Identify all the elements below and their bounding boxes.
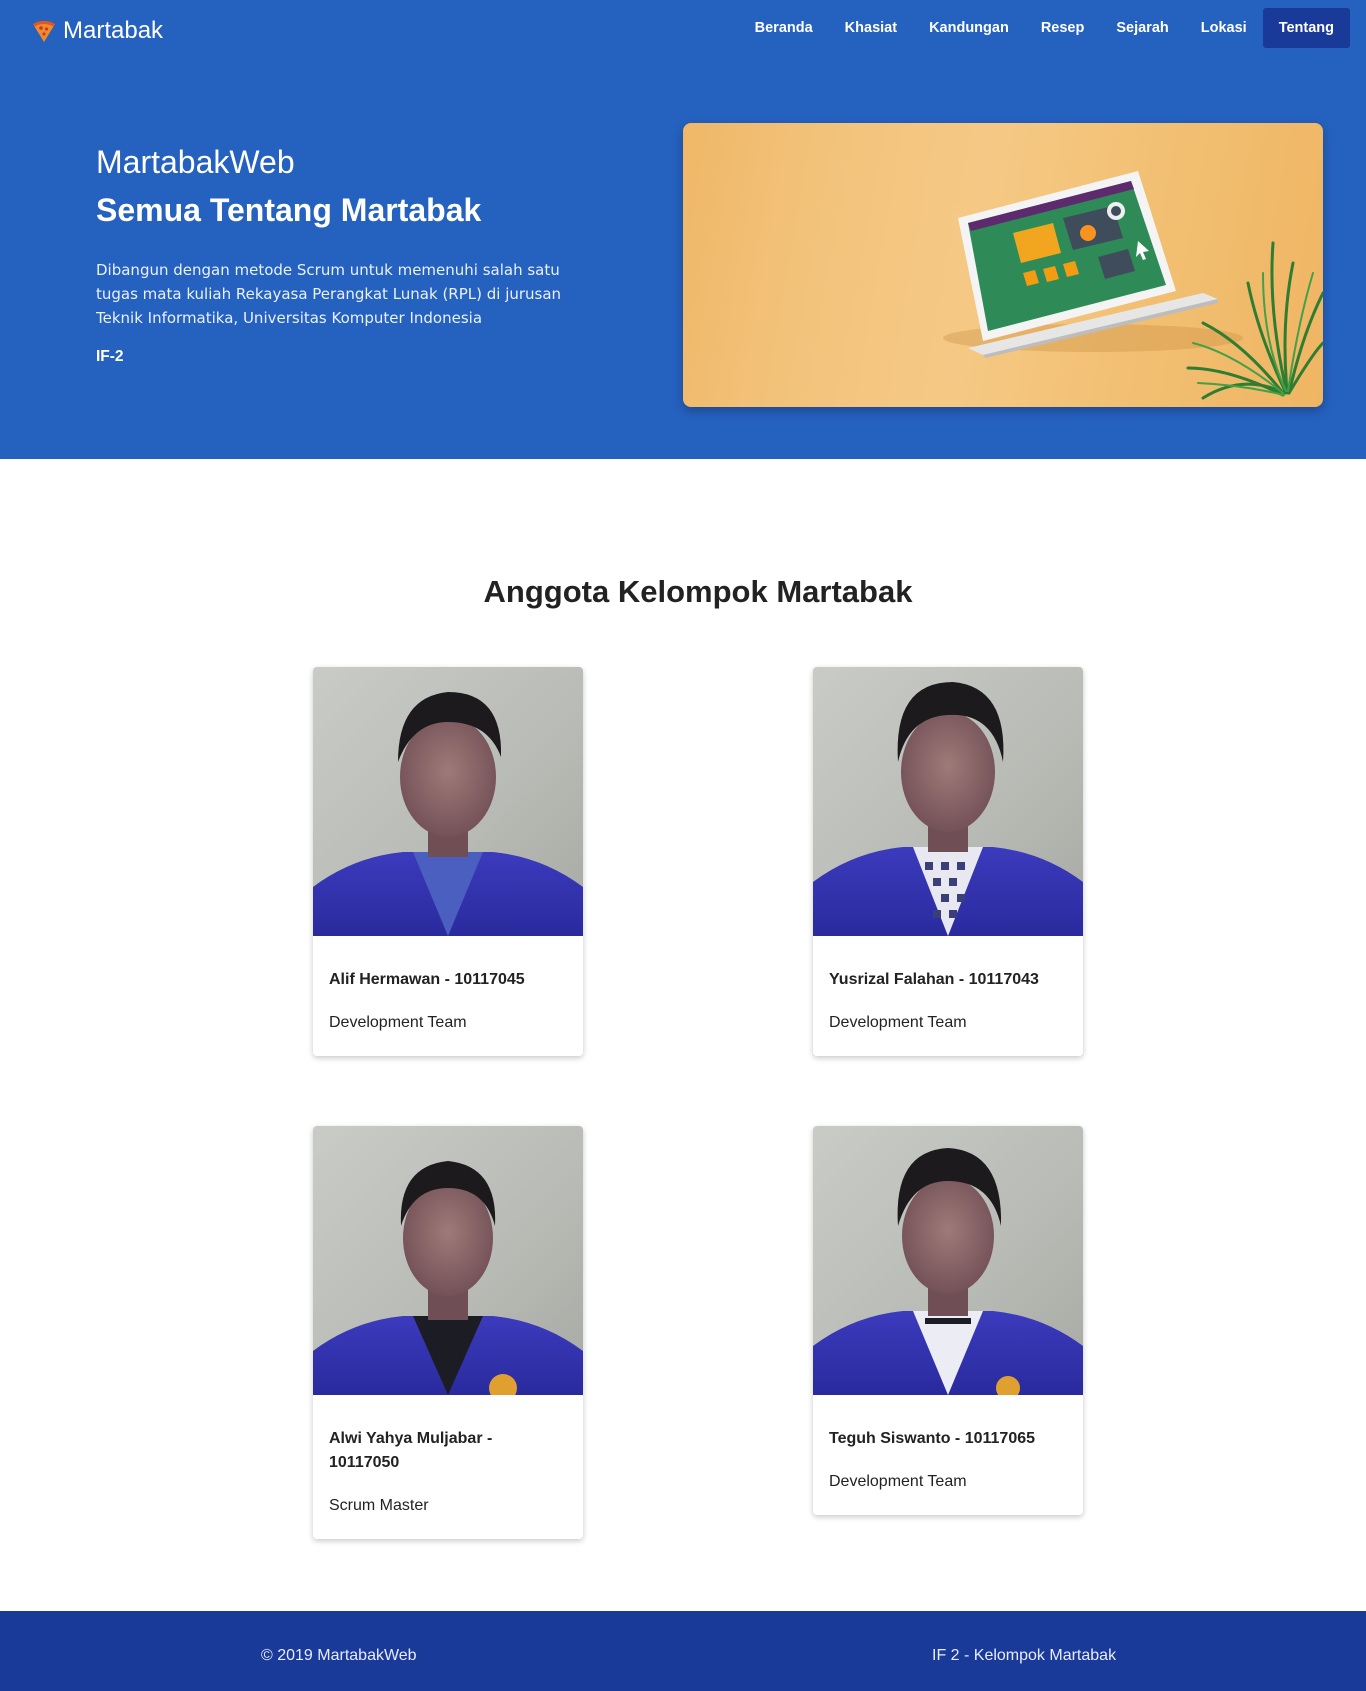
footer-copyright: © 2019 MartabakWeb [261, 1647, 417, 1664]
member-name: Yusrizal Falahan - 10117043 [829, 971, 1039, 988]
member-role: Development Team [329, 1014, 467, 1031]
hero-tag: IF-2 [96, 348, 124, 365]
team-section-title: Anggota Kelompok Martabak [483, 574, 913, 609]
member-card: Alwi Yahya Muljabar - 10117050 Scrum Mas… [313, 1126, 583, 1539]
member-name: Alif Hermawan - 10117045 [329, 971, 525, 988]
nav-item-resep[interactable]: Resep [1025, 8, 1101, 48]
pizza-slice-icon [33, 21, 55, 42]
member-photo [813, 1126, 1083, 1395]
nav-item-tentang[interactable]: Tentang [1262, 8, 1350, 48]
hero-subtitle: Semua Tentang Martabak [96, 192, 482, 228]
member-role: Development Team [829, 1473, 967, 1490]
member-role: Scrum Master [329, 1497, 429, 1514]
footer-group-name: IF 2 - Kelompok Martabak [932, 1647, 1117, 1664]
hero-description: Dibangun dengan metode Scrum untuk memen… [96, 261, 562, 327]
brand-name: Martabak [63, 17, 164, 44]
main-nav: Beranda Khasiat Kandungan Resep Sejarah … [739, 8, 1350, 48]
member-name: Teguh Siswanto - 10117065 [829, 1430, 1036, 1447]
laptop-illustration [943, 171, 1323, 400]
nav-item-lokasi[interactable]: Lokasi [1185, 8, 1263, 48]
footer: © 2019 MartabakWeb IF 2 - Kelompok Marta… [0, 1611, 1366, 1691]
member-photo [813, 667, 1083, 936]
member-card: Alif Hermawan - 10117045 Development Tea… [313, 667, 583, 1056]
nav-item-khasiat[interactable]: Khasiat [829, 8, 913, 48]
hero-section: Martabak Beranda Khasiat Kandungan Resep… [0, 0, 1366, 459]
member-photo [313, 667, 583, 936]
nav-item-beranda[interactable]: Beranda [739, 8, 829, 48]
member-name: Alwi Yahya Muljabar - 10117050 [329, 1430, 493, 1471]
navbar: Martabak Beranda Khasiat Kandungan Resep… [0, 0, 1366, 62]
nav-item-kandungan[interactable]: Kandungan [913, 8, 1025, 48]
member-role: Development Team [829, 1014, 967, 1031]
brand-link[interactable]: Martabak [31, 14, 163, 48]
member-card: Yusrizal Falahan - 10117043 Development … [813, 667, 1083, 1056]
member-photo [313, 1126, 583, 1395]
hero-text: MartabakWeb Semua Tentang Martabak Diban… [96, 140, 596, 366]
member-card: Teguh Siswanto - 10117065 Development Te… [813, 1126, 1083, 1515]
hero-laptop-image [683, 123, 1323, 407]
hero-title: MartabakWeb [96, 144, 295, 180]
nav-item-sejarah[interactable]: Sejarah [1100, 8, 1184, 48]
